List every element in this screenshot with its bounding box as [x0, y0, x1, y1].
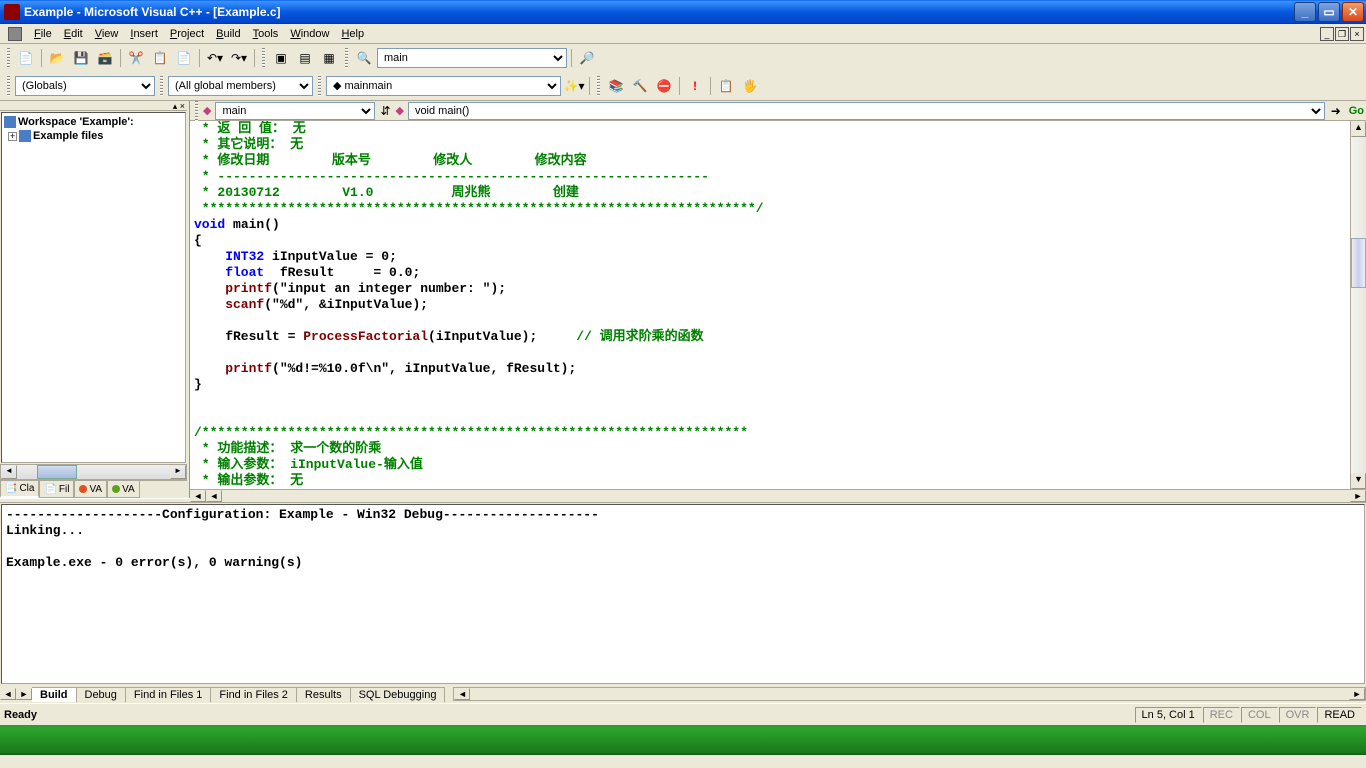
mdi-sys-icon[interactable]: [8, 27, 22, 41]
tab-va2[interactable]: VA: [107, 481, 140, 498]
execute-button[interactable]: !: [684, 75, 706, 97]
breakpoint-button[interactable]: 🖐: [739, 75, 761, 97]
menubar: FFileile Edit View Insert Project Build …: [0, 24, 1366, 44]
save-all-button[interactable]: 🗃️: [94, 47, 116, 69]
menu-window[interactable]: Window: [284, 26, 335, 42]
nav-function-combo[interactable]: void main(): [408, 102, 1325, 120]
stop-build-button[interactable]: ⛔: [653, 75, 675, 97]
find-combo[interactable]: main: [377, 48, 567, 68]
output-hscrollbar[interactable]: ◄►: [453, 687, 1366, 701]
status-read: READ: [1317, 707, 1362, 723]
tab-sql[interactable]: SQL Debugging: [351, 687, 446, 702]
close-button[interactable]: ✕: [1342, 2, 1364, 22]
workspace-panel: ▴ × Workspace 'Example': +Example files …: [0, 101, 190, 498]
menu-tools[interactable]: Tools: [247, 26, 285, 42]
go-label: Go: [1349, 105, 1364, 117]
new-file-button[interactable]: 📄: [15, 47, 37, 69]
toolbar-grip[interactable]: [262, 48, 265, 68]
editor-navbar: ◆ main ⇵ ◆ void main() ➜ Go: [190, 101, 1366, 121]
save-button[interactable]: 💾: [70, 47, 92, 69]
minimize-button[interactable]: _: [1294, 2, 1316, 22]
output-text[interactable]: --------------------Configuration: Examp…: [1, 504, 1365, 684]
scope-globals-combo[interactable]: (Globals): [15, 76, 155, 96]
output-pane: --------------------Configuration: Examp…: [0, 503, 1366, 703]
editor-hscrollbar[interactable]: ◄◄►: [190, 489, 1366, 502]
cut-button[interactable]: ✂️: [125, 47, 147, 69]
workspace-tabs: 📑 Cla 📄 Fil VA VA: [0, 480, 187, 498]
output-tabs: ◄ ► Build Debug Find in Files 1 Find in …: [0, 685, 1366, 703]
paste-button[interactable]: 📄: [173, 47, 195, 69]
tab-scroll-right[interactable]: ►: [16, 688, 32, 700]
workspace-hscroll[interactable]: ◄►: [0, 464, 187, 480]
status-ovr: OVR: [1279, 707, 1317, 723]
menu-project[interactable]: Project: [164, 26, 210, 42]
titlebar: Example - Microsoft Visual C++ - [Exampl…: [0, 0, 1366, 24]
mdi-minimize-button[interactable]: _: [1320, 27, 1334, 41]
editor-vscrollbar[interactable]: ▲▼: [1350, 121, 1366, 489]
editor-body: * 返 回 值： 无 * 其它说明： 无 * 修改日期 版本号 修改人 修改内容…: [190, 121, 1366, 489]
project-icon: [19, 130, 31, 142]
go-button[interactable]: ✨▾: [563, 75, 585, 97]
open-button[interactable]: 📂: [46, 47, 68, 69]
tab-fif2[interactable]: Find in Files 2: [211, 687, 296, 702]
code-editor[interactable]: * 返 回 值： 无 * 其它说明： 无 * 修改日期 版本号 修改人 修改内容…: [190, 121, 1350, 489]
app-icon: [4, 4, 20, 20]
go-debug-button[interactable]: 📋: [715, 75, 737, 97]
find-button[interactable]: 🔍: [353, 47, 375, 69]
tab-fif1[interactable]: Find in Files 1: [126, 687, 211, 702]
nav-class-combo[interactable]: main: [215, 102, 375, 120]
window-list-button[interactable]: ▣: [270, 47, 292, 69]
status-rec: REC: [1203, 707, 1240, 723]
tab-fileview[interactable]: 📄 Fil: [39, 481, 74, 498]
workspace-icon: [4, 116, 16, 128]
workspace-grip[interactable]: ▴ ×: [0, 101, 187, 111]
go-arrow-button[interactable]: ➜: [1327, 102, 1345, 120]
windows-taskbar[interactable]: [0, 725, 1366, 755]
expand-icon[interactable]: +: [8, 132, 17, 141]
compile-button[interactable]: 📚: [605, 75, 627, 97]
mdi-close-button[interactable]: ×: [1350, 27, 1364, 41]
tree-workspace-root[interactable]: Workspace 'Example':: [4, 115, 183, 129]
scope-function-combo[interactable]: ◆ mainmain: [326, 76, 561, 96]
title-text: Example - Microsoft Visual C++ - [Exampl…: [24, 5, 1292, 19]
tab-results[interactable]: Results: [297, 687, 351, 702]
menu-edit[interactable]: Edit: [58, 26, 89, 42]
menu-build[interactable]: Build: [210, 26, 246, 42]
menu-help[interactable]: Help: [335, 26, 370, 42]
nav-toggle-button[interactable]: ⇵: [377, 102, 393, 120]
menu-view[interactable]: View: [89, 26, 125, 42]
tab-va1[interactable]: VA: [74, 481, 107, 498]
status-col: COL: [1241, 707, 1278, 723]
status-ready: Ready: [4, 709, 1134, 721]
toolbar-grip[interactable]: [7, 76, 10, 96]
main-area: ▴ × Workspace 'Example': +Example files …: [0, 101, 1366, 498]
tree-project-item[interactable]: +Example files: [4, 129, 183, 143]
maximize-button[interactable]: ▭: [1318, 2, 1340, 22]
diamond-icon: ◆: [203, 104, 211, 117]
toolbar-area: 📄 📂 💾 🗃️ ✂️ 📋 📄 ↶▾ ↷▾ ▣ ▤ ▦ 🔍 main 🔎 (Gl…: [0, 44, 1366, 101]
copy-button[interactable]: 📋: [149, 47, 171, 69]
menu-insert[interactable]: Insert: [124, 26, 164, 42]
tab-classview[interactable]: 📑 Cla: [0, 481, 39, 498]
status-position: Ln 5, Col 1: [1135, 707, 1202, 723]
scope-members-combo[interactable]: (All global members): [168, 76, 313, 96]
toolbar-grip[interactable]: [7, 48, 10, 68]
diamond-icon: ◆: [395, 104, 403, 117]
menu-file[interactable]: FFileile: [28, 26, 58, 42]
build-button[interactable]: 🔨: [629, 75, 651, 97]
tab-debug[interactable]: Debug: [77, 687, 126, 702]
toolbar-grip[interactable]: [345, 48, 348, 68]
mdi-restore-button[interactable]: ❐: [1335, 27, 1349, 41]
tab-scroll-left[interactable]: ◄: [0, 688, 16, 700]
undo-button[interactable]: ↶▾: [204, 47, 226, 69]
editor-panel: ◆ main ⇵ ◆ void main() ➜ Go * 返 回 值： 无 *…: [190, 101, 1366, 498]
output-button[interactable]: ▤: [294, 47, 316, 69]
workspace-tree[interactable]: Workspace 'Example': +Example files: [1, 112, 186, 463]
workspace-button[interactable]: ▦: [318, 47, 340, 69]
tab-build[interactable]: Build: [32, 687, 77, 702]
find-in-files-button[interactable]: 🔎: [576, 47, 598, 69]
statusbar: Ready Ln 5, Col 1 REC COL OVR READ: [0, 703, 1366, 725]
redo-button[interactable]: ↷▾: [228, 47, 250, 69]
